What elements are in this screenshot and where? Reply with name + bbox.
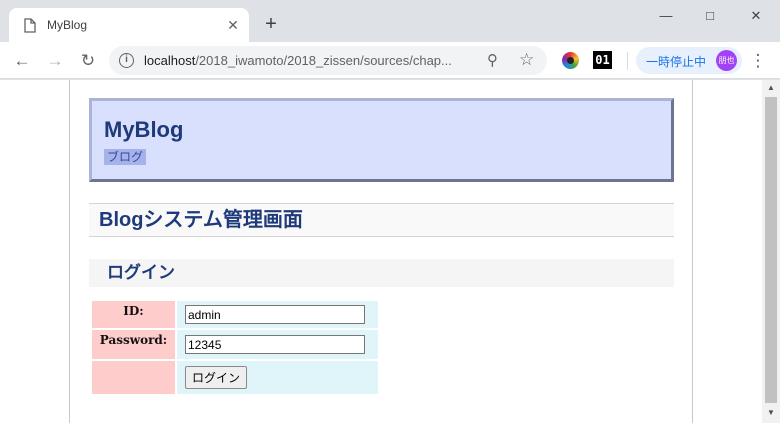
tab-strip: MyBlog ✕ + — □ ✕: [0, 0, 780, 42]
zoom-icon[interactable]: ⚲: [487, 51, 505, 69]
page-margin-right: [692, 80, 762, 423]
forward-icon[interactable]: →: [43, 49, 67, 73]
back-icon[interactable]: ←: [10, 49, 34, 73]
page-margin-left: [0, 80, 70, 423]
password-label: Password:: [99, 333, 168, 347]
id-row: ID:: [92, 301, 378, 328]
extension-01-icon[interactable]: 01: [593, 51, 612, 69]
avatar: 朋也: [716, 50, 737, 71]
page-content: MyBlog ブログ Blogシステム管理画面 ログイン ID: Passwor…: [71, 80, 692, 423]
url-host: localhost: [144, 53, 196, 68]
browser-toolbar: ← → ↻ i localhost/2018_iwamoto/2018_ziss…: [0, 42, 780, 79]
password-input[interactable]: [185, 335, 365, 354]
empty-label-cell: [92, 361, 175, 394]
site-title: MyBlog: [104, 117, 184, 142]
info-icon[interactable]: i: [119, 53, 134, 68]
scroll-thumb[interactable]: [765, 97, 777, 403]
kebab-menu-icon[interactable]: ⋮: [748, 50, 768, 72]
url-text[interactable]: localhost/2018_iwamoto/2018_zissen/sourc…: [144, 53, 452, 68]
tab-title: MyBlog: [47, 18, 88, 32]
password-row: Password:: [92, 330, 378, 359]
site-header: MyBlog ブログ: [89, 98, 674, 182]
color-extension-icon[interactable]: [562, 52, 579, 69]
tab-close-icon[interactable]: ✕: [225, 17, 241, 33]
login-button[interactable]: ログイン: [185, 366, 248, 389]
toolbar-separator: [627, 52, 628, 70]
page-viewport: MyBlog ブログ Blogシステム管理画面 ログイン ID: Passwor…: [0, 80, 780, 423]
new-tab-button[interactable]: +: [260, 14, 282, 36]
bookmark-star-icon[interactable]: ☆: [519, 50, 537, 69]
submit-cell: ログイン: [177, 361, 378, 394]
password-label-cell: Password:: [92, 330, 175, 359]
login-form: ID: Password: ログイン: [90, 299, 380, 396]
id-label: ID:: [123, 304, 144, 318]
browser-tab[interactable]: MyBlog ✕: [9, 8, 249, 42]
section-title: ログイン: [89, 259, 674, 287]
profile-status: 一時停止中: [646, 55, 707, 69]
url-path: /2018_iwamoto/2018_zissen/sources/chap..…: [195, 53, 452, 68]
password-field-cell: [177, 330, 378, 359]
submit-row: ログイン: [92, 361, 378, 394]
page-icon: [24, 18, 36, 33]
address-bar[interactable]: i localhost/2018_iwamoto/2018_zissen/sou…: [109, 46, 547, 75]
blog-link[interactable]: ブログ: [104, 149, 147, 165]
reload-icon[interactable]: ↻: [76, 49, 100, 73]
maximize-icon[interactable]: □: [698, 6, 722, 26]
id-input[interactable]: [185, 305, 365, 324]
scroll-up-icon[interactable]: ▲: [762, 80, 780, 96]
vertical-scrollbar[interactable]: ▲ ▼: [762, 80, 780, 423]
window-close-icon[interactable]: ✕: [744, 6, 768, 26]
profile-button[interactable]: 一時停止中 朋也: [636, 47, 742, 74]
minimize-icon[interactable]: —: [654, 6, 678, 26]
id-label-cell: ID:: [92, 301, 175, 328]
id-field-cell: [177, 301, 378, 328]
page-title: Blogシステム管理画面: [89, 203, 674, 237]
scroll-down-icon[interactable]: ▼: [762, 405, 780, 421]
